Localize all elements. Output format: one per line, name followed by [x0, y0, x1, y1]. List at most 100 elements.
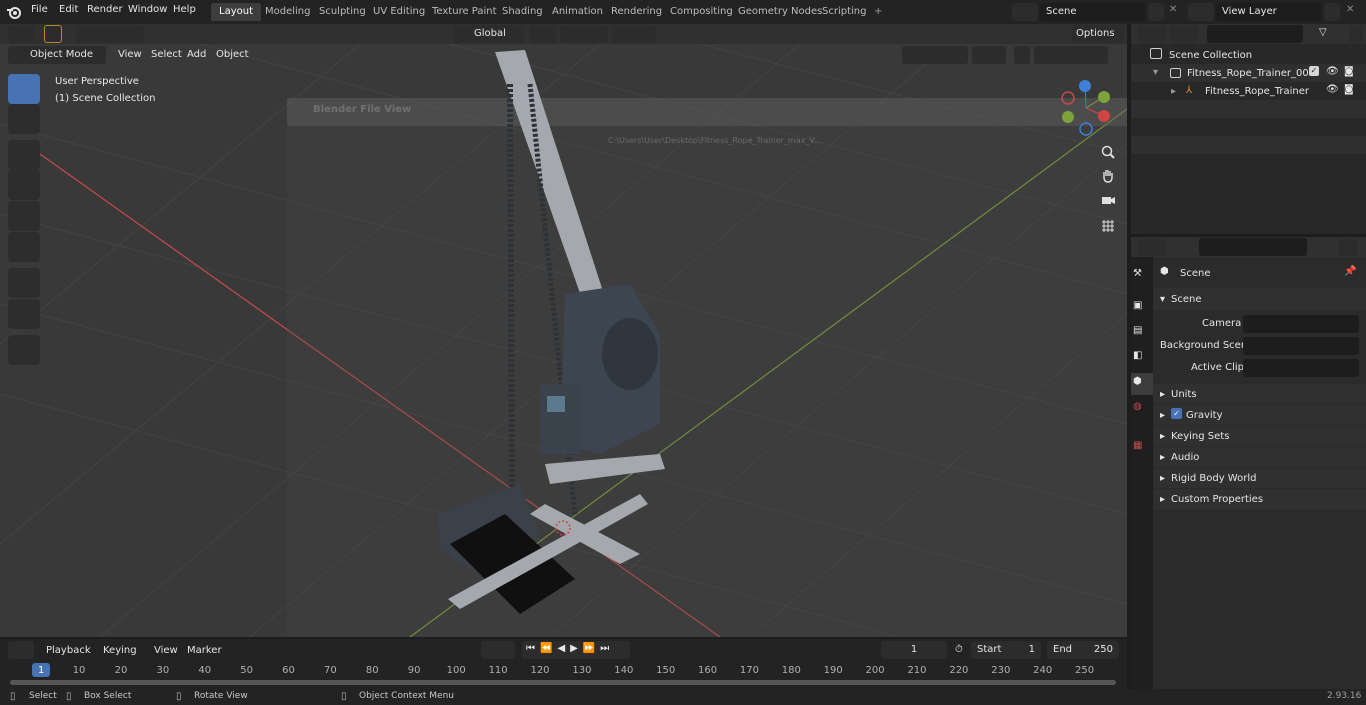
- outliner-item-fitness-rope-trainer-001[interactable]: Fitness_Rope_Trainer_001: [1187, 68, 1315, 79]
- tab-layout[interactable]: Layout: [211, 3, 261, 21]
- menu-edit[interactable]: Edit: [59, 4, 78, 15]
- add-cube-tool[interactable]: [8, 335, 40, 365]
- outliner-search-input[interactable]: [1207, 25, 1303, 43]
- viewport-menu-object[interactable]: Object: [216, 49, 249, 60]
- pin-icon[interactable]: 📌: [1344, 266, 1356, 277]
- eye-icon[interactable]: 👁: [1326, 84, 1339, 95]
- menu-file[interactable]: File: [31, 4, 48, 15]
- view-layer-tab-icon[interactable]: ◧: [1133, 350, 1149, 366]
- 3d-viewport[interactable]: [0, 44, 1127, 637]
- proportional-edit[interactable]: [612, 25, 656, 43]
- texture-tab-icon[interactable]: ▦: [1133, 440, 1149, 456]
- camera-view-icon[interactable]: [1100, 192, 1116, 208]
- expand-arrow-icon[interactable]: ▸: [1171, 86, 1176, 97]
- viewport-menu-view[interactable]: View: [118, 49, 142, 60]
- background-scene-field[interactable]: [1243, 337, 1359, 355]
- render-camera-icon[interactable]: ◙: [1344, 84, 1354, 95]
- outliner-item-fitness-rope-trainer[interactable]: Fitness_Rope_Trainer: [1205, 86, 1309, 97]
- new-scene-icon[interactable]: [1148, 3, 1164, 21]
- cursor-tool[interactable]: [8, 104, 40, 134]
- render-tab-icon[interactable]: ▣: [1133, 300, 1149, 316]
- record-button[interactable]: [481, 641, 515, 659]
- display-mode-icon[interactable]: [1170, 25, 1198, 43]
- delete-view-layer-icon[interactable]: ✕: [1346, 4, 1354, 15]
- expand-arrow-icon[interactable]: ▸: [1160, 494, 1165, 505]
- scene-name-field[interactable]: Scene: [1040, 3, 1146, 21]
- annotate-tool[interactable]: [8, 268, 40, 298]
- gravity-checkbox[interactable]: ✓: [1171, 408, 1182, 419]
- viewport-menu-select[interactable]: Select: [151, 49, 182, 60]
- exclude-checkbox[interactable]: ✓: [1309, 66, 1319, 76]
- menu-window[interactable]: Window: [128, 4, 167, 15]
- filter-icon[interactable]: ▽: [1319, 27, 1327, 38]
- viewport-menu-add[interactable]: Add: [187, 49, 206, 60]
- menu-help[interactable]: Help: [173, 4, 196, 15]
- expand-arrow-icon[interactable]: ▸: [1160, 410, 1165, 421]
- world-tab-icon[interactable]: ◍: [1133, 401, 1149, 417]
- timeline-scrollbar[interactable]: [10, 680, 1116, 685]
- tab-texture-paint[interactable]: Texture Paint: [424, 3, 505, 21]
- scale-tool[interactable]: [8, 201, 40, 231]
- tab-modeling[interactable]: Modeling: [257, 3, 319, 21]
- menu-render[interactable]: Render: [87, 4, 123, 15]
- tab-shading[interactable]: Shading: [494, 3, 551, 21]
- view-layer-field[interactable]: View Layer: [1216, 3, 1322, 21]
- timeline-menu-keying[interactable]: Keying: [103, 645, 137, 656]
- rotate-tool[interactable]: [8, 170, 40, 200]
- pivot-point-icon[interactable]: [530, 25, 556, 43]
- blender-logo-icon[interactable]: [6, 4, 22, 20]
- panel-collapse-arrow-icon[interactable]: ▾: [1160, 294, 1165, 305]
- tab-uv-editing[interactable]: UV Editing: [365, 3, 433, 21]
- outliner-item-scene-collection[interactable]: Scene Collection: [1169, 50, 1252, 61]
- pan-hand-icon[interactable]: [1100, 168, 1116, 184]
- timeline-editor-type-icon[interactable]: [8, 641, 34, 659]
- tool-tab-icon[interactable]: ⚒: [1133, 268, 1149, 284]
- expand-arrow-icon[interactable]: ▸: [1160, 473, 1165, 484]
- snap-settings[interactable]: [560, 25, 608, 43]
- properties-search-input[interactable]: [1199, 238, 1307, 256]
- transform-tool[interactable]: [8, 232, 40, 262]
- new-collection-icon[interactable]: [1349, 25, 1363, 43]
- tab-compositing[interactable]: Compositing: [662, 3, 741, 21]
- delete-scene-icon[interactable]: ✕: [1169, 4, 1177, 15]
- clock-icon[interactable]: ⏱: [955, 644, 963, 655]
- transform-orientation-select[interactable]: Global: [454, 25, 524, 43]
- xray-toggle[interactable]: [1014, 46, 1030, 64]
- zoom-icon[interactable]: [1100, 144, 1116, 160]
- editor-type-icon[interactable]: [8, 25, 34, 43]
- mode-select[interactable]: Object Mode: [8, 46, 106, 64]
- expand-arrow-icon[interactable]: ▸: [1160, 431, 1165, 442]
- visibility-gizmo-buttons[interactable]: [902, 46, 968, 64]
- options-dropdown[interactable]: Options: [1072, 25, 1124, 43]
- timeline-menu-playback[interactable]: Playback: [46, 645, 91, 656]
- outliner-editor-type-icon[interactable]: [1138, 25, 1166, 43]
- tab-animation[interactable]: Animation: [544, 3, 611, 21]
- new-view-layer-icon[interactable]: [1324, 3, 1340, 21]
- overlays-button[interactable]: [972, 46, 1006, 64]
- timeline-menu-marker[interactable]: Marker: [187, 645, 222, 656]
- view-layer-icon[interactable]: [1188, 3, 1214, 21]
- end-frame-field[interactable]: End 250: [1047, 641, 1119, 659]
- playback-controls[interactable]: ⏮⏪◀▶⏩⏭: [522, 641, 630, 659]
- select-box-tool[interactable]: [8, 74, 40, 104]
- add-workspace-button[interactable]: +: [866, 3, 890, 21]
- current-frame-field[interactable]: 1: [881, 641, 947, 659]
- ortho-grid-icon[interactable]: [1100, 218, 1116, 234]
- tab-rendering[interactable]: Rendering: [603, 3, 670, 21]
- properties-editor-type-icon[interactable]: [1138, 238, 1166, 256]
- camera-field[interactable]: [1243, 315, 1359, 333]
- selection-mode-buttons[interactable]: [76, 25, 144, 43]
- select-box-tool-icon[interactable]: [44, 25, 62, 43]
- active-clip-field[interactable]: [1243, 359, 1359, 377]
- output-tab-icon[interactable]: ▤: [1133, 325, 1149, 341]
- timeline-menu-view[interactable]: View: [154, 645, 178, 656]
- eye-icon[interactable]: 👁: [1326, 66, 1339, 77]
- move-tool[interactable]: [8, 140, 40, 170]
- measure-tool[interactable]: [8, 299, 40, 329]
- start-frame-field[interactable]: Start 1: [971, 641, 1041, 659]
- shading-mode-buttons[interactable]: [1034, 46, 1108, 64]
- scene-tab-icon[interactable]: ⬢: [1133, 376, 1149, 392]
- expand-arrow-icon[interactable]: ▸: [1160, 389, 1165, 400]
- gravity-panel-header[interactable]: [1153, 405, 1366, 425]
- scene-type-icon[interactable]: [1012, 3, 1038, 21]
